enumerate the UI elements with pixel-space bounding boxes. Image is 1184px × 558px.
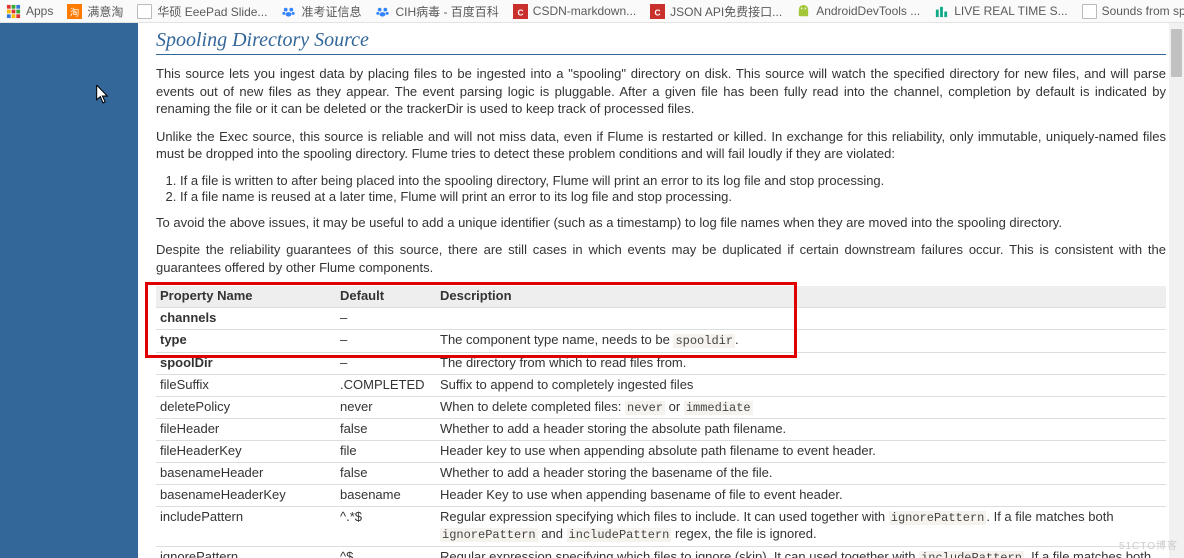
table-row: fileHeaderfalseWhether to add a header s…: [156, 419, 1166, 441]
bookmark-item[interactable]: C JSON API免费接口...: [650, 3, 782, 20]
cell-default: .COMPLETED: [336, 374, 436, 396]
bookmark-label: Apps: [26, 4, 53, 18]
bookmark-label: LIVE REAL TIME S...: [954, 4, 1067, 18]
table-row: fileHeaderKeyfileHeader key to use when …: [156, 441, 1166, 463]
properties-table: Property Name Default Description channe…: [156, 286, 1166, 558]
cell-default: never: [336, 396, 436, 419]
cell-default: –: [336, 330, 436, 353]
table-row: deletePolicyneverWhen to delete complete…: [156, 396, 1166, 419]
bookmark-item[interactable]: 淘满意淘: [67, 3, 123, 20]
bookmark-label: CSDN-markdown...: [533, 4, 636, 18]
bookmark-item[interactable]: 华硕 EeePad Slide...: [137, 3, 267, 20]
sidebar-nav: [0, 23, 138, 558]
table-row: channels–: [156, 308, 1166, 330]
bookmark-label: JSON API免费接口...: [670, 3, 782, 20]
svg-text:C: C: [655, 7, 661, 17]
favicon-icon: [934, 4, 949, 19]
paragraph-duplication: Despite the reliability guarantees of th…: [156, 241, 1166, 276]
cell-default: –: [336, 352, 436, 374]
section-title: Spooling Directory Source: [156, 29, 1166, 55]
bookmark-label: 华硕 EeePad Slide...: [157, 3, 267, 20]
bookmark-item[interactable]: 准考证信息: [281, 3, 361, 20]
cell-default: basename: [336, 484, 436, 506]
cell-description: When to delete completed files: never or…: [436, 396, 1166, 419]
table-row: basenameHeaderfalseWhether to add a head…: [156, 462, 1166, 484]
cell-description: Suffix to append to completely ingested …: [436, 374, 1166, 396]
cell-default: false: [336, 419, 436, 441]
paragraph-intro: This source lets you ingest data by plac…: [156, 65, 1166, 118]
col-default: Default: [336, 286, 436, 307]
page-icon: [1082, 4, 1097, 19]
doc-content: Spooling Directory Source This source le…: [138, 23, 1184, 558]
favicon-icon: [796, 4, 811, 19]
bookmark-item[interactable]: LIVE REAL TIME S...: [934, 4, 1067, 19]
cell-property-name: fileHeaderKey: [156, 441, 336, 463]
cell-description: Header Key to use when appending basenam…: [436, 484, 1166, 506]
table-row: spoolDir–The directory from which to rea…: [156, 352, 1166, 374]
cell-property-name: basenameHeader: [156, 462, 336, 484]
cell-property-name: basenameHeaderKey: [156, 484, 336, 506]
cell-default: ^.*$: [336, 506, 436, 546]
bookmark-label: Sounds from space: [1102, 4, 1184, 18]
cell-default: false: [336, 462, 436, 484]
page-icon: [137, 4, 152, 19]
cell-description: The directory from which to read files f…: [436, 352, 1166, 374]
bookmarks-bar: Apps 淘满意淘 华硕 EeePad Slide... 准考证信息 CIH病毒 - 百…: [0, 0, 1184, 23]
svg-text:淘: 淘: [70, 6, 79, 17]
paragraph-reliability: Unlike the Exec source, this source is r…: [156, 128, 1166, 163]
svg-text:C: C: [517, 7, 523, 17]
scrollbar-thumb[interactable]: [1171, 29, 1182, 77]
cell-property-name: fileHeader: [156, 419, 336, 441]
favicon-icon: 淘: [67, 4, 82, 19]
cell-property-name: spoolDir: [156, 352, 336, 374]
cell-description: Header key to use when appending absolut…: [436, 441, 1166, 463]
table-row: basenameHeaderKeybasenameHeader Key to u…: [156, 484, 1166, 506]
list-item: If a file name is reused at a later time…: [180, 189, 1166, 204]
bookmark-item[interactable]: AndroidDevTools ...: [796, 4, 920, 19]
list-item: If a file is written to after being plac…: [180, 173, 1166, 188]
table-row: ignorePattern^$Regular expression specif…: [156, 546, 1166, 558]
favicon-icon: [375, 4, 390, 19]
cell-description: Regular expression specifying which file…: [436, 506, 1166, 546]
table-row: type–The component type name, needs to b…: [156, 330, 1166, 353]
page-frame: Spooling Directory Source This source le…: [0, 23, 1184, 558]
favicon-icon: [281, 4, 296, 19]
cell-description: The component type name, needs to be spo…: [436, 330, 1166, 353]
favicon-icon: C: [650, 4, 665, 19]
violation-list: If a file is written to after being plac…: [180, 173, 1166, 204]
bookmark-label: 满意淘: [87, 3, 123, 20]
table-row: fileSuffix.COMPLETEDSuffix to append to …: [156, 374, 1166, 396]
cell-default: ^$: [336, 546, 436, 558]
bookmark-label: AndroidDevTools ...: [816, 4, 920, 18]
cell-description: [436, 308, 1166, 330]
cell-property-name: ignorePattern: [156, 546, 336, 558]
bookmark-item[interactable]: Sounds from space: [1082, 4, 1184, 19]
col-property-name: Property Name: [156, 286, 336, 307]
bookmark-label: CIH病毒 - 百度百科: [395, 3, 498, 20]
bookmark-item[interactable]: Apps: [6, 4, 53, 19]
cell-property-name: deletePolicy: [156, 396, 336, 419]
table-row: includePattern^.*$Regular expression spe…: [156, 506, 1166, 546]
col-description: Description: [436, 286, 1166, 307]
paragraph-avoid: To avoid the above issues, it may be use…: [156, 214, 1166, 232]
cell-property-name: fileSuffix: [156, 374, 336, 396]
cell-description: Regular expression specifying which file…: [436, 546, 1166, 558]
cell-description: Whether to add a header storing the abso…: [436, 419, 1166, 441]
cell-default: file: [336, 441, 436, 463]
cell-description: Whether to add a header storing the base…: [436, 462, 1166, 484]
bookmark-item[interactable]: CIH病毒 - 百度百科: [375, 3, 498, 20]
apps-icon: [6, 4, 21, 19]
favicon-icon: C: [513, 4, 528, 19]
cell-property-name: includePattern: [156, 506, 336, 546]
bookmark-item[interactable]: C CSDN-markdown...: [513, 4, 636, 19]
cell-property-name: type: [156, 330, 336, 353]
scrollbar-track[interactable]: [1169, 23, 1184, 558]
bookmark-label: 准考证信息: [301, 3, 361, 20]
cell-default: –: [336, 308, 436, 330]
cell-property-name: channels: [156, 308, 336, 330]
